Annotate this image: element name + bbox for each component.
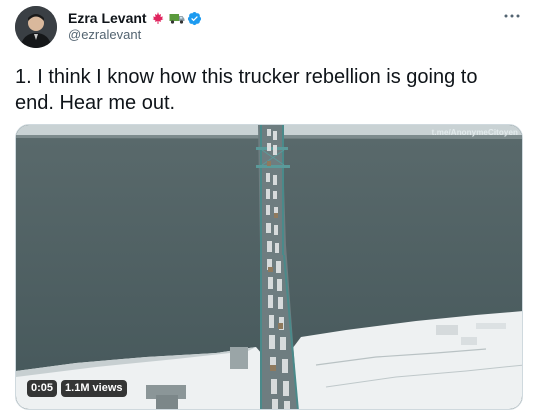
author-display-name[interactable]: Ezra Levant (68, 9, 147, 27)
tweet-card: Ezra Levant @ezralevant 1. I think I kno… (0, 0, 535, 415)
video-badges: 0:05 1.1M views (27, 380, 127, 397)
tweet-text: 1. I think I know how this trucker rebel… (15, 66, 478, 114)
avatar[interactable] (15, 6, 57, 48)
maple-leaf-icon (151, 11, 165, 25)
verified-badge-icon (187, 11, 202, 26)
more-options-icon[interactable] (503, 7, 521, 25)
video-timestamp: 0:05 (27, 380, 58, 397)
video-view-count: 1.1M views (61, 380, 127, 397)
author-handle[interactable]: @ezralevant (68, 27, 141, 43)
video-player[interactable]: t.me/AnonymeCitoyen 0:05 1.1M views (15, 124, 523, 410)
video-frame-bridge-aerial (16, 125, 522, 409)
video-watermark: t.me/AnonymeCitoyen (431, 128, 518, 137)
truck-icon (169, 11, 185, 25)
author-name-row: Ezra Levant (68, 9, 202, 27)
